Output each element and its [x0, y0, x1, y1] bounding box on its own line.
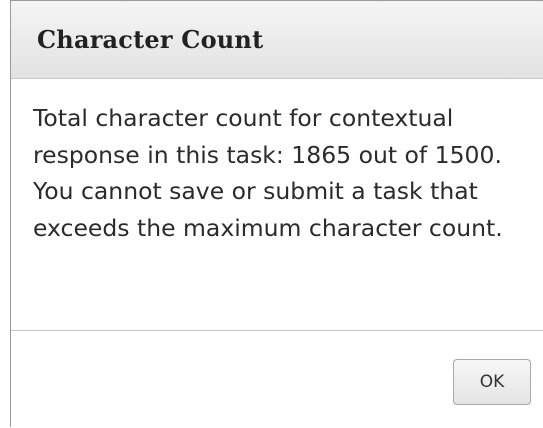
- dialog-message: Total character count for contextual res…: [33, 104, 503, 242]
- dialog-header: Character Count: [11, 1, 543, 79]
- dialog-footer: OK: [11, 331, 543, 428]
- character-count-dialog: Character Count Total character count fo…: [10, 0, 543, 427]
- dialog-title: Character Count: [37, 25, 264, 54]
- ok-button[interactable]: OK: [453, 359, 531, 405]
- dialog-body: Total character count for contextual res…: [11, 79, 543, 331]
